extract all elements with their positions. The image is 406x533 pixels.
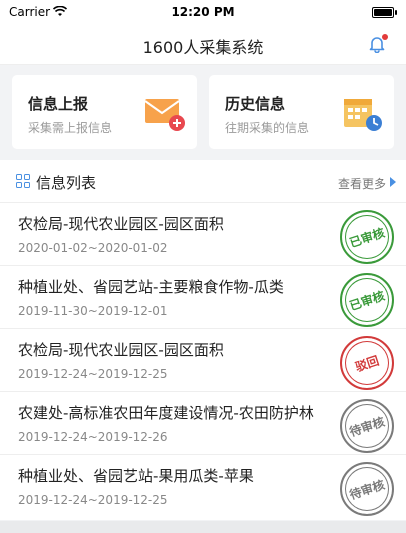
status-stamp: 待审核 (340, 399, 394, 453)
report-card-subtitle: 采集需上报信息 (28, 121, 113, 135)
list-item[interactable]: 农检局-现代农业园区-园区面积 2020-01-02~2020-01-02 已审… (0, 203, 406, 266)
envelope-add-icon (144, 99, 185, 131)
status-label: 待审核 (347, 477, 387, 502)
status-label: 驳回 (353, 353, 381, 374)
chevron-right-icon[interactable] (390, 177, 396, 187)
item-title: 种植业处、省园艺站-主要粮食作物-瓜类 (18, 278, 284, 296)
history-card-subtitle: 往期采集的信息 (225, 121, 310, 135)
bell-icon[interactable] (368, 34, 388, 54)
notification-dot (382, 34, 388, 40)
quick-actions: 信息上报 采集需上报信息 历史信息 往期采集的信息 (0, 65, 406, 159)
status-stamp: 已审核 (340, 210, 394, 264)
item-date: 2019-11-30~2019-12-01 (18, 304, 168, 318)
bottom-strip (0, 521, 406, 533)
item-title: 农检局-现代农业园区-园区面积 (18, 215, 224, 233)
item-date: 2019-12-24~2019-12-25 (18, 493, 168, 507)
clock: 12:20 PM (171, 5, 235, 19)
battery-icon (372, 7, 397, 18)
calendar-clock-icon (344, 99, 382, 131)
status-stamp: 已审核 (340, 273, 394, 327)
status-label: 已审核 (347, 288, 387, 313)
list-header: 信息列表 查看更多 (0, 160, 406, 203)
status-label: 待审核 (347, 414, 387, 439)
item-title: 农检局-现代农业园区-园区面积 (18, 341, 224, 359)
item-date: 2020-01-02~2020-01-02 (18, 241, 168, 255)
report-card-title: 信息上报 (28, 95, 89, 113)
item-title: 农建处-高标准农田年度建设情况-农田防护林 (18, 404, 314, 422)
list-item[interactable]: 农建处-高标准农田年度建设情况-农田防护林 2019-12-24~2019-12… (0, 392, 406, 455)
list-item[interactable]: 种植业处、省园艺站-果用瓜类-苹果 2019-12-24~2019-12-25 … (0, 455, 406, 517)
status-stamp: 待审核 (340, 462, 394, 516)
info-list: 信息列表 查看更多 农检局-现代农业园区-园区面积 2020-01-02~202… (0, 160, 406, 520)
status-stamp: 驳回 (340, 336, 394, 390)
list-title: 信息列表 (36, 174, 97, 192)
nav-bar: 1600人采集系统 (0, 24, 406, 65)
item-title: 种植业处、省园艺站-果用瓜类-苹果 (18, 467, 254, 485)
history-card-title: 历史信息 (225, 95, 286, 113)
list-item[interactable]: 农检局-现代农业园区-园区面积 2019-12-24~2019-12-25 驳回 (0, 329, 406, 392)
status-bar: Carrier 12:20 PM (0, 0, 406, 24)
report-card[interactable]: 信息上报 采集需上报信息 (12, 75, 197, 149)
list-item[interactable]: 种植业处、省园艺站-主要粮食作物-瓜类 2019-11-30~2019-12-0… (0, 266, 406, 329)
history-card[interactable]: 历史信息 往期采集的信息 (209, 75, 394, 149)
view-more-link[interactable]: 查看更多 (338, 175, 386, 192)
item-date: 2019-12-24~2019-12-26 (18, 430, 168, 444)
status-label: 已审核 (347, 225, 387, 250)
item-date: 2019-12-24~2019-12-25 (18, 367, 168, 381)
page-title: 1600人采集系统 (142, 38, 264, 57)
grid-icon (16, 174, 30, 188)
